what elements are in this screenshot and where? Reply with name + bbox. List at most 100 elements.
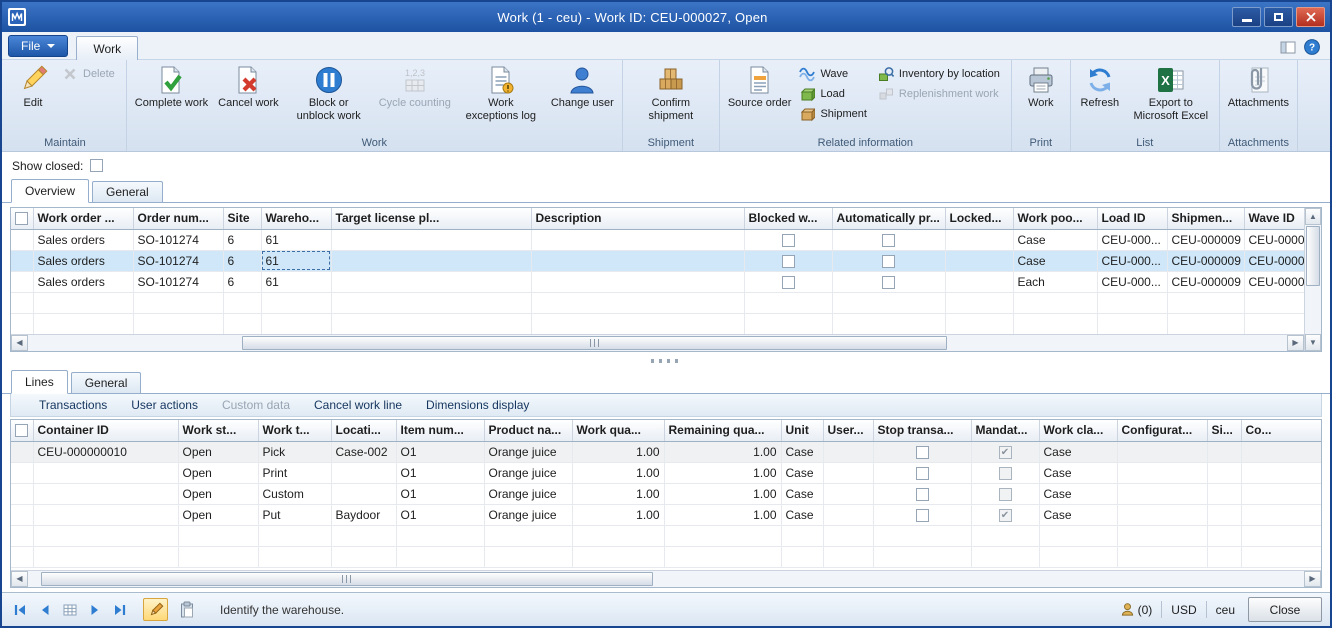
export-to-excel-button[interactable]: X Export to Microsoft Excel [1126, 61, 1216, 123]
table-row[interactable]: OpenPrintO1Orange juice1.001.00CaseCase [11, 462, 1321, 483]
overview-vscroll-track[interactable] [1305, 225, 1321, 334]
select-all-header[interactable] [11, 208, 33, 229]
grid-cell[interactable] [1241, 483, 1321, 504]
grid-cell[interactable] [873, 483, 971, 504]
grid-cell[interactable] [531, 229, 744, 250]
grid-cell[interactable] [531, 250, 744, 271]
grid-cell[interactable]: 1.00 [572, 504, 664, 525]
table-row[interactable]: CEU-000000010OpenPickCase-002O1Orange ju… [11, 441, 1321, 462]
grid-cell[interactable]: Custom [258, 483, 331, 504]
cancel-work-button[interactable]: Cancel work [213, 61, 284, 110]
paste-button[interactable] [175, 598, 199, 621]
grid-cell[interactable] [744, 250, 832, 271]
grid-cell[interactable]: Case [1039, 462, 1117, 483]
grid-cell[interactable]: CEU-000009 [1167, 250, 1244, 271]
edit-mode-button[interactable] [143, 598, 168, 621]
overview-hscroll-track[interactable] [28, 335, 1287, 351]
grid-cell[interactable] [33, 462, 178, 483]
grid-cell[interactable]: Case [1039, 441, 1117, 462]
grid-cell[interactable]: 61 [261, 229, 331, 250]
checkbox[interactable] [15, 212, 28, 225]
lines-hscroll-thumb[interactable] [41, 572, 653, 586]
checkbox[interactable] [782, 234, 795, 247]
grid-cell[interactable] [823, 483, 873, 504]
column-header[interactable]: Container ID [33, 420, 178, 441]
column-header[interactable]: Work cla... [1039, 420, 1117, 441]
grid-cell[interactable]: Case [781, 483, 823, 504]
grid-cell[interactable] [531, 271, 744, 292]
column-header[interactable]: Unit [781, 420, 823, 441]
overview-vscroll-thumb[interactable] [1306, 226, 1320, 286]
grid-cell[interactable] [11, 271, 33, 292]
table-row[interactable]: Sales ordersSO-101274661CaseCEU-000...CE… [11, 229, 1304, 250]
grid-cell[interactable] [11, 504, 33, 525]
show-closed-checkbox[interactable] [90, 159, 103, 172]
cancel-work-line-link[interactable]: Cancel work line [314, 398, 402, 412]
transactions-link[interactable]: Transactions [39, 398, 107, 412]
grid-cell[interactable] [971, 483, 1039, 504]
checkbox[interactable] [782, 255, 795, 268]
grid-cell[interactable] [1117, 441, 1207, 462]
column-header[interactable]: Work poo... [1013, 208, 1097, 229]
grid-cell[interactable]: 61 [261, 271, 331, 292]
file-menu-button[interactable]: File [8, 35, 68, 57]
grid-cell[interactable] [11, 483, 33, 504]
column-header[interactable]: Co... [1241, 420, 1321, 441]
grid-cell[interactable]: O1 [396, 441, 484, 462]
select-all-header[interactable] [11, 420, 33, 441]
grid-cell[interactable]: 6 [223, 229, 261, 250]
grid-cell[interactable]: Orange juice [484, 483, 572, 504]
grid-cell[interactable]: CEU-00000 [1244, 250, 1304, 271]
grid-cell[interactable]: 1.00 [664, 462, 781, 483]
grid-cell[interactable]: CEU-000... [1097, 250, 1167, 271]
grid-cell[interactable] [11, 229, 33, 250]
grid-cell[interactable]: CEU-000009 [1167, 229, 1244, 250]
grid-cell[interactable]: SO-101274 [133, 229, 223, 250]
print-work-button[interactable]: Work [1015, 61, 1067, 110]
checkbox[interactable] [882, 276, 895, 289]
grid-cell[interactable]: 1.00 [572, 483, 664, 504]
grid-cell[interactable]: Case [1039, 483, 1117, 504]
grid-cell[interactable] [11, 441, 33, 462]
grid-cell[interactable] [33, 483, 178, 504]
grid-cell[interactable] [971, 462, 1039, 483]
column-header[interactable]: User... [823, 420, 873, 441]
grid-cell[interactable] [1207, 462, 1241, 483]
grid-cell[interactable]: Put [258, 504, 331, 525]
grid-cell[interactable] [823, 462, 873, 483]
help-icon[interactable]: ? [1304, 39, 1320, 55]
scroll-right-icon[interactable]: ▶ [1287, 335, 1304, 351]
grid-cell[interactable] [823, 504, 873, 525]
checkbox[interactable] [882, 255, 895, 268]
grid-cell[interactable]: Case [1039, 504, 1117, 525]
block-unblock-work-button[interactable]: Block or unblock work [284, 61, 374, 123]
grid-cell[interactable] [873, 441, 971, 462]
tab-overview-general[interactable]: General [92, 181, 163, 202]
grid-cell[interactable]: Open [178, 504, 258, 525]
grid-cell[interactable]: SO-101274 [133, 271, 223, 292]
grid-cell[interactable] [873, 462, 971, 483]
scroll-right-icon[interactable]: ▶ [1304, 571, 1321, 587]
grid-cell[interactable] [1241, 462, 1321, 483]
change-user-button[interactable]: Change user [546, 61, 619, 110]
table-row[interactable]: OpenPutBaydoorO1Orange juice1.001.00Case… [11, 504, 1321, 525]
grid-cell[interactable] [331, 462, 396, 483]
work-exceptions-log-button[interactable]: Work exceptions log [456, 61, 546, 123]
grid-cell[interactable]: 1.00 [664, 504, 781, 525]
grid-cell[interactable] [945, 229, 1013, 250]
grid-cell[interactable] [331, 250, 531, 271]
grid-cell[interactable] [331, 483, 396, 504]
lines-hscrollbar[interactable]: ◀ ▶ [11, 570, 1321, 587]
grid-cell[interactable]: Sales orders [33, 229, 133, 250]
column-header[interactable]: Wave ID [1244, 208, 1304, 229]
column-header[interactable]: Shipmen... [1167, 208, 1244, 229]
grid-cell[interactable]: Orange juice [484, 504, 572, 525]
grid-cell[interactable]: Open [178, 462, 258, 483]
column-header[interactable]: Target license pl... [331, 208, 531, 229]
grid-cell[interactable] [744, 229, 832, 250]
column-header[interactable]: Si... [1207, 420, 1241, 441]
grid-cell[interactable]: 1.00 [572, 441, 664, 462]
grid-cell[interactable]: Case [1013, 229, 1097, 250]
grid-cell[interactable] [1207, 483, 1241, 504]
column-header[interactable]: Work t... [258, 420, 331, 441]
